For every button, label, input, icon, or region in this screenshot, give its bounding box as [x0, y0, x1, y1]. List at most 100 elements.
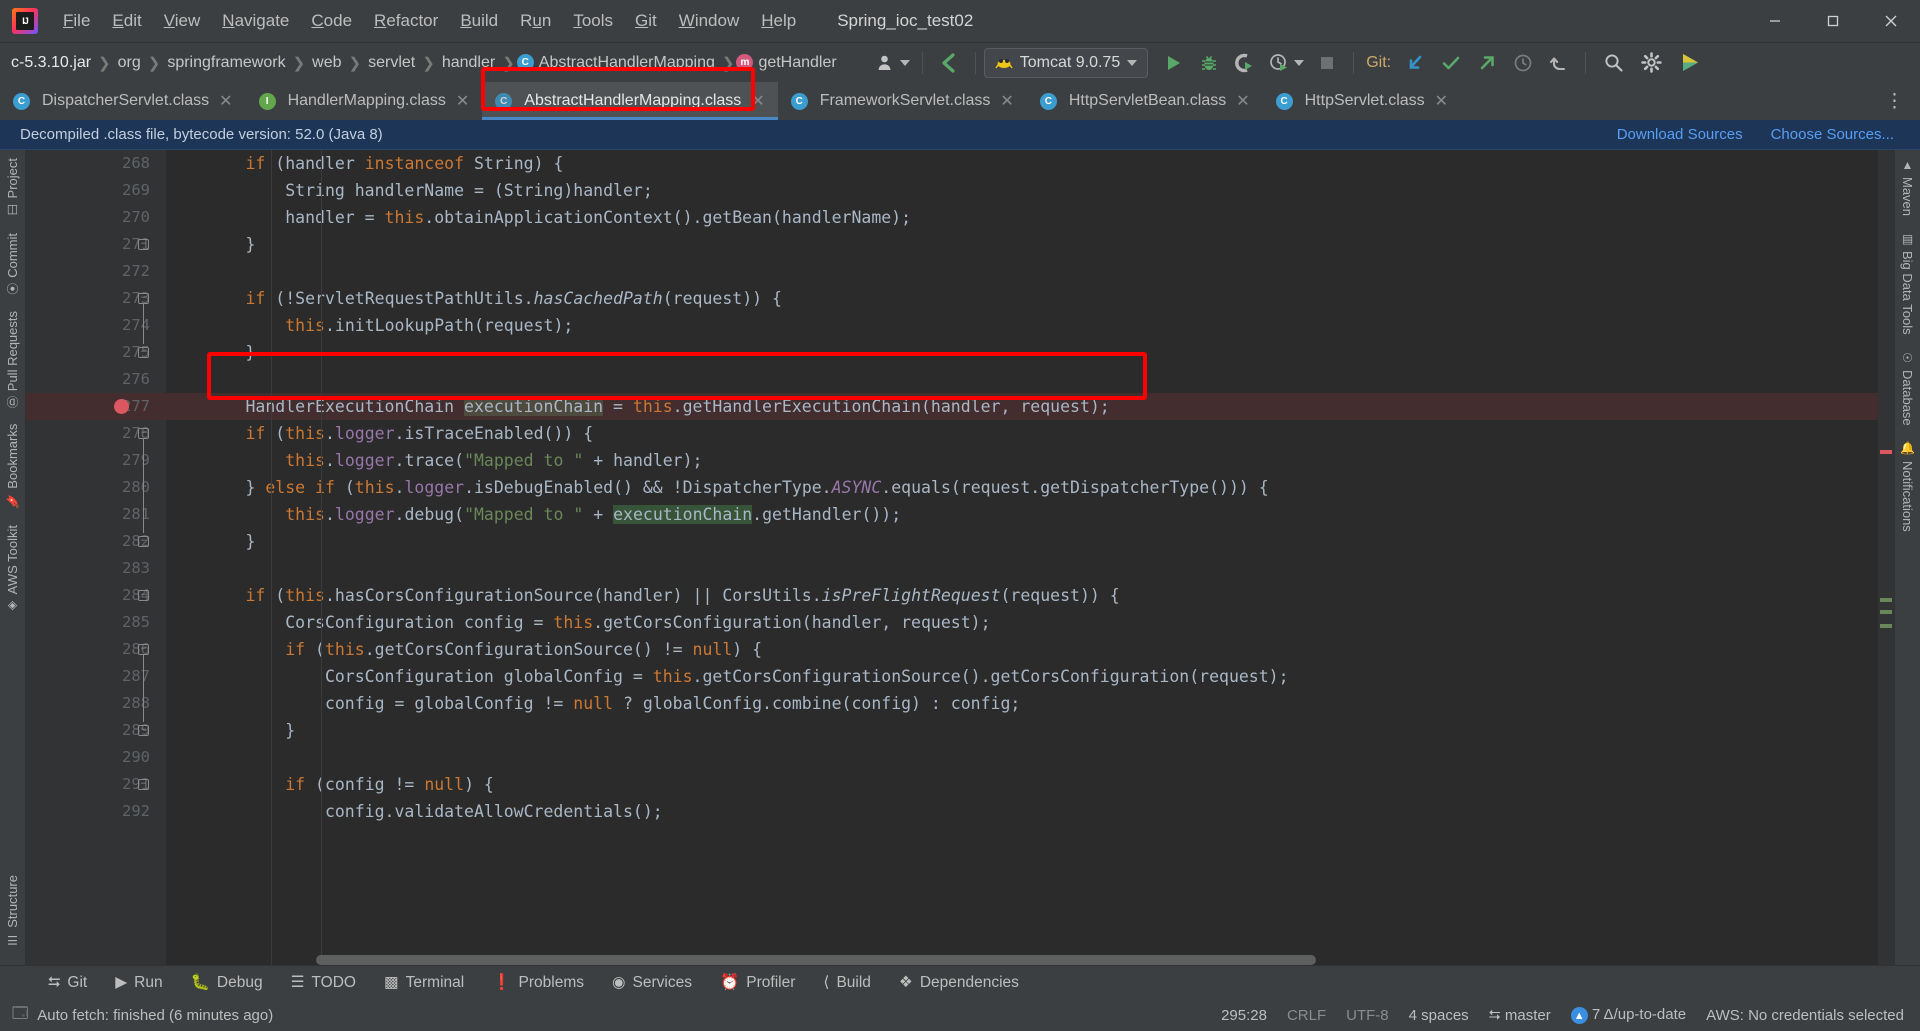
tool-window-run[interactable]: ▶ Run — [101, 969, 176, 996]
run-configuration-selector[interactable]: Tomcat 9.0.75 — [983, 47, 1149, 78]
gutter-line[interactable]: 273− — [26, 285, 166, 312]
close-icon[interactable]: ✕ — [751, 91, 764, 111]
menu-window[interactable]: Window — [668, 7, 750, 35]
breadcrumb-springframework[interactable]: springframework ❯ — [162, 52, 307, 74]
sidebar-item-aws-toolkit[interactable]: ◈ AWS Toolkit — [5, 517, 20, 621]
code-line[interactable]: if (!ServletRequestPathUtils.hasCachedPa… — [166, 285, 1894, 312]
sidebar-item-pull-requests[interactable]: Ⓓ Pull Requests — [4, 303, 21, 416]
code-line[interactable]: } — [166, 231, 1894, 258]
editor-error-stripe[interactable] — [1878, 150, 1894, 965]
tab-httpservletbean[interactable]: C HttpServletBean.class ✕ — [1027, 82, 1263, 120]
more-options-icon[interactable]: ⋮ — [1871, 82, 1920, 120]
code-line[interactable]: handler = this.obtainApplicationContext(… — [166, 204, 1894, 231]
close-icon[interactable]: ✕ — [1000, 91, 1013, 111]
fold-end-icon[interactable]: − — [138, 239, 149, 250]
code-line[interactable]: config.validateAllowCredentials(); — [166, 798, 1894, 825]
indent-setting[interactable]: 4 spaces — [1409, 1007, 1469, 1024]
editor-code-area[interactable]: if (handler instanceof String) { String … — [166, 150, 1894, 965]
close-icon[interactable]: ✕ — [1236, 91, 1249, 111]
back-arrow-icon[interactable] — [932, 49, 966, 77]
code-line[interactable]: if (handler instanceof String) { — [166, 150, 1894, 177]
gutter-line[interactable]: 270 — [26, 204, 166, 231]
code-line[interactable] — [166, 744, 1894, 771]
gutter-line[interactable]: 274 — [26, 312, 166, 339]
breakpoint-icon[interactable] — [114, 399, 129, 414]
breadcrumb-web[interactable]: web ❯ — [307, 52, 363, 74]
tool-window-problems[interactable]: ❗ Problems — [478, 969, 598, 996]
fold-collapse-icon[interactable]: − — [138, 428, 149, 439]
menu-refactor[interactable]: Refactor — [363, 7, 449, 35]
code-line[interactable]: if (this.logger.isTraceEnabled()) { — [166, 420, 1894, 447]
choose-sources-link[interactable]: Choose Sources... — [1771, 126, 1894, 143]
gear-icon[interactable] — [1633, 49, 1669, 77]
code-line[interactable]: CorsConfiguration config = this.getCorsC… — [166, 609, 1894, 636]
gutter-line[interactable]: 278− — [26, 420, 166, 447]
tool-window-dependencies[interactable]: ❖ Dependencies — [885, 969, 1033, 996]
menu-code[interactable]: Code — [300, 7, 363, 35]
menu-build[interactable]: Build — [449, 7, 509, 35]
tool-window-todo[interactable]: ☰ TODO — [277, 969, 370, 996]
gutter-line[interactable]: 291− — [26, 771, 166, 798]
gutter-line[interactable]: 290 — [26, 744, 166, 771]
git-commit-check-icon[interactable] — [1434, 49, 1468, 77]
sidebar-item-database[interactable]: ☉ Database — [1900, 343, 1915, 434]
menu-tools[interactable]: Tools — [562, 7, 624, 35]
caret-position[interactable]: 295:28 — [1221, 1007, 1267, 1024]
breadcrumb-org[interactable]: org ❯ — [113, 52, 163, 74]
git-branch-widget[interactable]: ⮀ master — [1489, 1007, 1551, 1024]
code-line[interactable] — [166, 366, 1894, 393]
minimize-icon[interactable] — [1746, 0, 1804, 42]
code-line[interactable]: if (config != null) { — [166, 771, 1894, 798]
code-line[interactable]: } — [166, 339, 1894, 366]
menu-git[interactable]: Git — [624, 7, 668, 35]
sidebar-item-bookmarks[interactable]: 🔖 Bookmarks — [5, 416, 20, 517]
code-line[interactable]: this.logger.trace("Mapped to " + handler… — [166, 447, 1894, 474]
gutter-line[interactable]: 283 — [26, 555, 166, 582]
gutter-line[interactable]: 287 — [26, 663, 166, 690]
gutter-line[interactable]: 271− — [26, 231, 166, 258]
tool-window-profiler[interactable]: ⏰ Profiler — [706, 969, 809, 996]
menu-run[interactable]: Run — [509, 7, 562, 35]
close-icon[interactable] — [1862, 0, 1920, 42]
run-play-icon[interactable] — [1156, 49, 1190, 77]
code-line[interactable]: this.logger.debug("Mapped to " + executi… — [166, 501, 1894, 528]
profiler-clock-icon[interactable] — [1264, 49, 1308, 77]
run-coverage-icon[interactable] — [1228, 49, 1262, 77]
fold-collapse-icon[interactable]: − — [138, 779, 149, 790]
gutter-line[interactable]: 292 — [26, 798, 166, 825]
tool-window-git[interactable]: ⮀ Git — [34, 970, 101, 996]
menu-edit[interactable]: Edit — [101, 7, 152, 35]
search-icon[interactable] — [1595, 49, 1631, 77]
gutter-line[interactable]: 284− — [26, 582, 166, 609]
tab-handlermapping[interactable]: I HandlerMapping.class ✕ — [246, 82, 483, 120]
close-icon[interactable]: ✕ — [219, 91, 232, 111]
user-profile-icon[interactable] — [873, 49, 913, 77]
aws-credentials-widget[interactable]: AWS: No credentials selected — [1706, 1007, 1904, 1024]
code-line[interactable]: } else if (this.logger.isDebugEnabled() … — [166, 474, 1894, 501]
update-status-widget[interactable]: ▲ 7 Δ/up-to-date — [1570, 1006, 1686, 1025]
git-push-arrow-icon[interactable] — [1470, 49, 1504, 77]
code-line[interactable]: String handlerName = (String)handler; — [166, 177, 1894, 204]
gutter-line[interactable]: 282− — [26, 528, 166, 555]
close-icon[interactable]: ✕ — [456, 91, 469, 111]
code-line[interactable]: config = globalConfig != null ? globalCo… — [166, 690, 1894, 717]
download-sources-link[interactable]: Download Sources — [1617, 126, 1743, 143]
event-log-icon[interactable]: 🗔 — [12, 1003, 28, 1028]
fold-end-icon[interactable]: − — [138, 536, 149, 547]
gutter-line[interactable]: 269 — [26, 177, 166, 204]
gutter-line[interactable]: 281 — [26, 501, 166, 528]
sidebar-item-structure[interactable]: ☰ Structure — [5, 867, 20, 955]
tab-abstracthandlermapping[interactable]: C AbstractHandlerMapping.class ✕ — [482, 82, 779, 120]
fold-end-icon[interactable]: − — [138, 725, 149, 736]
tool-window-terminal[interactable]: ▩ Terminal — [370, 969, 478, 996]
menu-view[interactable]: View — [153, 7, 212, 35]
gutter-line[interactable]: 279 — [26, 447, 166, 474]
gutter-line[interactable]: 276 — [26, 366, 166, 393]
sidebar-item-notifications[interactable]: 🔔 Notifications — [1900, 433, 1915, 539]
line-separator[interactable]: CRLF — [1287, 1007, 1326, 1024]
debug-bug-icon[interactable] — [1192, 49, 1226, 77]
sidebar-item-big-data-tools[interactable]: ▤ Big Data Tools — [1900, 224, 1915, 343]
code-line[interactable]: } — [166, 528, 1894, 555]
sidebar-item-commit[interactable]: ⦿ Commit — [4, 225, 21, 303]
editor-gutter[interactable]: 268 269 270 271− 272 273− 274 275− 276 277 278− 279… — [26, 150, 166, 965]
